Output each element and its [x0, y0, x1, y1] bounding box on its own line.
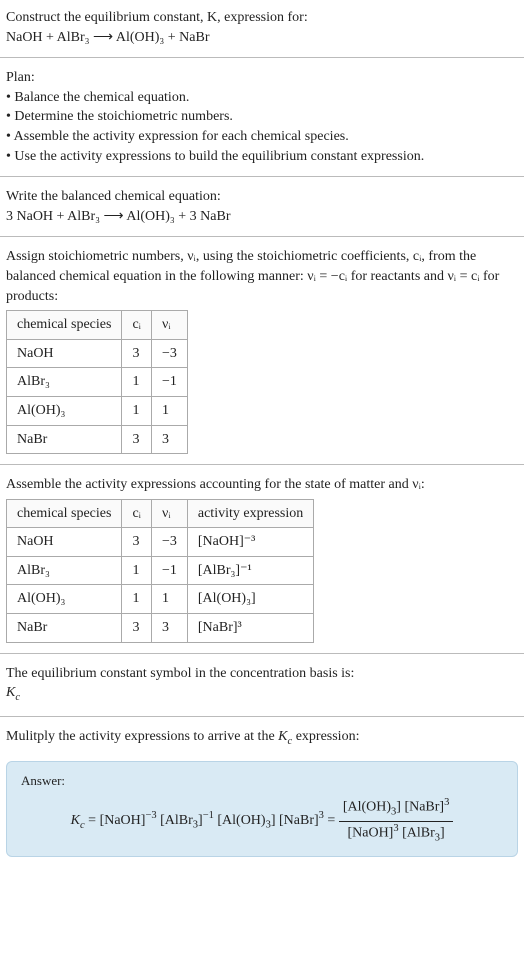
divider [0, 653, 524, 654]
plan-item: • Balance the chemical equation. [6, 88, 518, 108]
prompt-section: Construct the equilibrium constant, K, e… [0, 0, 524, 55]
cell-expr: [NaBr]³ [187, 614, 313, 643]
answer-label: Answer: [21, 772, 503, 790]
cell-c: 3 [122, 528, 152, 557]
cell-c: 1 [122, 585, 152, 614]
table-header-row: chemical species cᵢ νᵢ [7, 311, 188, 340]
kc-symbol: Kc [6, 683, 518, 705]
fraction-denominator: [NaOH]3 [AlBr3] [339, 822, 454, 846]
cell-c: 1 [122, 396, 152, 425]
cell-species: AlBr₃ [7, 556, 122, 585]
cell-species: Al(OH)₃ [7, 585, 122, 614]
col-c: cᵢ [122, 499, 152, 528]
cell-species: NaOH [7, 528, 122, 557]
cell-species: Al(OH)₃ [7, 396, 122, 425]
table-row: NaBr 3 3 [NaBr]³ [7, 614, 314, 643]
col-expr: activity expression [187, 499, 313, 528]
cell-c: 1 [122, 556, 152, 585]
col-v: νᵢ [151, 499, 187, 528]
cell-v: −1 [151, 368, 187, 397]
cell-v: 3 [151, 614, 187, 643]
activity-section: Assemble the activity expressions accoun… [0, 467, 524, 651]
multiply-section: Mulitply the activity expressions to arr… [0, 719, 524, 757]
answer-box: Answer: Kc = [NaOH]−3 [AlBr3]−1 [Al(OH)3… [6, 761, 518, 856]
plan-section: Plan: • Balance the chemical equation. •… [0, 60, 524, 174]
stoich-table: chemical species cᵢ νᵢ NaOH 3 −3 AlBr₃ 1… [6, 310, 188, 454]
cell-v: −3 [151, 528, 187, 557]
table-row: NaOH 3 −3 [NaOH]⁻³ [7, 528, 314, 557]
multiply-line: Mulitply the activity expressions to arr… [6, 729, 359, 744]
table-row: Al(OH)₃ 1 1 [7, 396, 188, 425]
stoich-intro: Assign stoichiometric numbers, νᵢ, using… [6, 247, 518, 306]
table-row: Al(OH)₃ 1 1 [Al(OH)₃] [7, 585, 314, 614]
divider [0, 57, 524, 58]
unbalanced-reaction: NaOH + AlBr₃ ⟶ Al(OH)₃ + NaBr [6, 28, 518, 48]
divider [0, 464, 524, 465]
cell-species: NaBr [7, 614, 122, 643]
table-row: AlBr₃ 1 −1 [7, 368, 188, 397]
answer-section: Answer: Kc = [NaOH]−3 [AlBr3]−1 [Al(OH)3… [0, 761, 524, 864]
col-c: cᵢ [122, 311, 152, 340]
activity-intro: Assemble the activity expressions accoun… [6, 475, 518, 495]
cell-c: 3 [122, 425, 152, 454]
cell-c: 1 [122, 368, 152, 397]
stoich-section: Assign stoichiometric numbers, νᵢ, using… [0, 239, 524, 462]
col-v: νᵢ [151, 311, 187, 340]
prompt-text: Construct the equilibrium constant, K, e… [6, 8, 518, 28]
col-species: chemical species [7, 499, 122, 528]
cell-species: NaBr [7, 425, 122, 454]
plan-item: • Determine the stoichiometric numbers. [6, 107, 518, 127]
divider [0, 716, 524, 717]
cell-v: −1 [151, 556, 187, 585]
cell-v: 1 [151, 585, 187, 614]
divider [0, 176, 524, 177]
table-header-row: chemical species cᵢ νᵢ activity expressi… [7, 499, 314, 528]
divider [0, 236, 524, 237]
col-species: chemical species [7, 311, 122, 340]
prompt-line: Construct the equilibrium constant, K, e… [6, 10, 308, 25]
table-row: NaOH 3 −3 [7, 339, 188, 368]
cell-v: 1 [151, 396, 187, 425]
cell-c: 3 [122, 614, 152, 643]
plan-item: • Assemble the activity expression for e… [6, 127, 518, 147]
cell-expr: [Al(OH)₃] [187, 585, 313, 614]
fraction-numerator: [Al(OH)3] [NaBr]3 [339, 796, 454, 821]
cell-expr: [NaOH]⁻³ [187, 528, 313, 557]
cell-c: 3 [122, 339, 152, 368]
plan-item: • Use the activity expressions to build … [6, 147, 518, 167]
balanced-reaction: 3 NaOH + AlBr₃ ⟶ Al(OH)₃ + 3 NaBr [6, 207, 518, 227]
kc-expression: Kc = [NaOH]−3 [AlBr3]−1 [Al(OH)3] [NaBr]… [21, 796, 503, 845]
table-row: AlBr₃ 1 −1 [AlBr₃]⁻¹ [7, 556, 314, 585]
cell-expr: [AlBr₃]⁻¹ [187, 556, 313, 585]
cell-v: 3 [151, 425, 187, 454]
plan-title: Plan: [6, 68, 518, 88]
kc-fraction: [Al(OH)3] [NaBr]3 [NaOH]3 [AlBr3] [339, 796, 454, 845]
cell-v: −3 [151, 339, 187, 368]
activity-table: chemical species cᵢ νᵢ activity expressi… [6, 499, 314, 643]
kc-symbol-line: The equilibrium constant symbol in the c… [6, 664, 518, 684]
table-row: NaBr 3 3 [7, 425, 188, 454]
cell-species: AlBr₃ [7, 368, 122, 397]
balanced-section: Write the balanced chemical equation: 3 … [0, 179, 524, 234]
cell-species: NaOH [7, 339, 122, 368]
balanced-label: Write the balanced chemical equation: [6, 187, 518, 207]
kc-symbol-section: The equilibrium constant symbol in the c… [0, 656, 524, 714]
